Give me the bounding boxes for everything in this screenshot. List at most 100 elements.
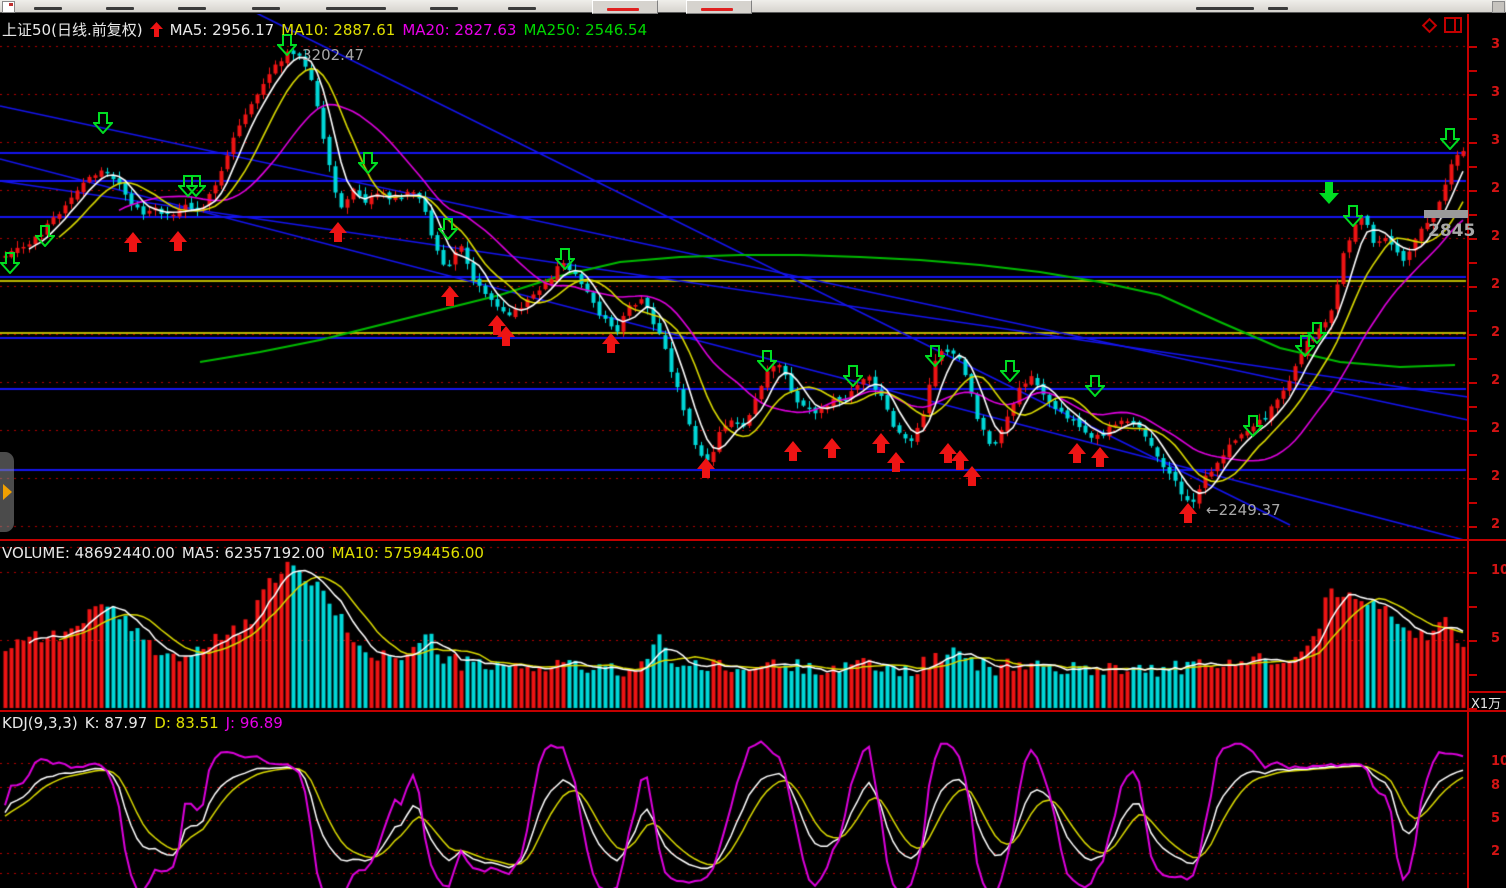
menu-item[interactable]	[430, 7, 458, 10]
axis-tick	[1469, 674, 1477, 676]
y-axis-label: 2	[1491, 277, 1506, 292]
menu-item[interactable]	[1268, 7, 1288, 10]
last-price-label: 2845	[1428, 221, 1475, 241]
sell-signal-arrow	[757, 350, 777, 376]
axis-tick	[1469, 406, 1477, 408]
j-value: J: 96.89	[226, 714, 283, 732]
menu-item[interactable]	[34, 7, 62, 10]
app-logo-icon	[2, 1, 15, 13]
buy-signal-arrow	[497, 326, 515, 350]
axis-tick	[1469, 454, 1477, 456]
last-price-band	[1424, 210, 1468, 218]
buy-signal-arrow	[602, 333, 620, 357]
sell-signal-arrow	[1000, 360, 1020, 386]
axis-tick	[1469, 430, 1477, 432]
axis-tick	[1469, 334, 1477, 336]
ma250-value: MA250: 2546.54	[523, 21, 647, 39]
axis-tick	[1469, 478, 1477, 480]
axis-tick	[1469, 286, 1477, 288]
sell-signal-arrow	[0, 252, 20, 278]
axis-tick	[1469, 606, 1477, 608]
buy-signal-arrow	[1068, 443, 1086, 467]
axis-tick	[1469, 94, 1477, 96]
ma10-value: MA10: 2887.61	[281, 21, 395, 39]
y-axis-label: 10	[1491, 563, 1506, 578]
axis-tick	[1469, 502, 1477, 504]
main-chart-header: 上证50(日线.前复权) MA5: 2956.17 MA10: 2887.61 …	[2, 19, 647, 40]
toolbar-red-button-2[interactable]	[686, 0, 752, 14]
menu-item[interactable]	[1196, 7, 1254, 10]
buy-signal-arrow	[963, 466, 981, 490]
ma5-value: MA5: 2956.17	[170, 21, 275, 39]
sell-signal-arrow	[925, 345, 945, 371]
y-axis-label: 10	[1491, 754, 1506, 769]
split-window-icon[interactable]	[1444, 17, 1463, 34]
buy-signal-arrow	[697, 458, 715, 482]
menu-item[interactable]	[106, 7, 134, 10]
k-value: K: 87.97	[85, 714, 148, 732]
toolbar	[0, 0, 1506, 13]
sell-signal-arrow	[358, 152, 378, 178]
axis-tick	[1469, 572, 1477, 574]
sell-signal-arrow	[555, 248, 575, 274]
axis-tick	[1469, 166, 1477, 168]
sell-signal-arrow	[843, 365, 863, 391]
menu-item[interactable]	[326, 7, 386, 10]
kdj-name: KDJ(9,3,3)	[2, 714, 78, 732]
volume-header: VOLUME: 48692440.00 MA5: 62357192.00 MA1…	[2, 544, 484, 562]
volume-ma5-value: MA5: 62357192.00	[182, 544, 325, 562]
axis-tick	[1469, 262, 1477, 264]
buy-signal-arrow	[823, 438, 841, 462]
main-chart-canvas[interactable]	[0, 14, 1470, 539]
y-axis-label: 8	[1491, 778, 1506, 793]
peak-price-label: 3202.47	[302, 46, 364, 64]
sell-signal-arrow	[438, 218, 458, 244]
sidebar-drawer-handle[interactable]	[0, 452, 14, 532]
sell-signal-arrow	[35, 225, 55, 251]
toolbar-red-button-1[interactable]	[592, 0, 658, 14]
axis-tick	[1469, 640, 1477, 642]
buy-signal-arrow	[784, 441, 802, 465]
pane-separator	[0, 710, 1506, 712]
y-axis-label: 2	[1491, 181, 1506, 196]
axis-tick	[1469, 214, 1477, 216]
d-value: D: 83.51	[154, 714, 218, 732]
diamond-icon[interactable]	[1421, 17, 1438, 34]
ma20-value: MA20: 2827.63	[402, 21, 516, 39]
sell-signal-arrow	[186, 175, 206, 201]
toolbar-grip[interactable]	[1492, 1, 1505, 13]
buy-signal-arrow	[169, 231, 187, 255]
chart-title: 上证50(日线.前复权)	[2, 19, 143, 40]
buy-signal-arrow	[329, 222, 347, 246]
menu-item[interactable]	[252, 7, 280, 10]
y-axis-label: 2	[1491, 421, 1506, 436]
buy-signal-arrow	[1091, 447, 1109, 471]
y-axis-label: 2	[1491, 469, 1506, 484]
axis-tick	[1469, 190, 1477, 192]
sell-signal-arrow	[1085, 375, 1105, 401]
y-axis-label: 3	[1491, 133, 1506, 148]
trough-price-label: ←2249.37	[1206, 501, 1281, 519]
sell-signal-arrow	[1307, 322, 1327, 348]
buy-signal-arrow	[441, 286, 459, 310]
axis-tick	[1469, 70, 1477, 72]
volume-pane-canvas[interactable]	[0, 541, 1470, 710]
sell-signal-arrow	[93, 112, 113, 138]
sell-signal-arrow	[1243, 415, 1263, 441]
y-axis-label: 2	[1491, 844, 1506, 859]
buy-signal-arrow	[887, 452, 905, 476]
menu-item[interactable]	[508, 7, 536, 10]
menu-item[interactable]	[178, 7, 206, 10]
sell-signal-arrow	[1440, 128, 1460, 154]
kdj-pane-canvas[interactable]	[0, 712, 1470, 888]
kdj-header: KDJ(9,3,3) K: 87.97 D: 83.51 J: 96.89	[2, 714, 283, 732]
y-axis-label: 5	[1491, 811, 1506, 826]
axis-tick	[1469, 310, 1477, 312]
y-axis-label: 2	[1491, 373, 1506, 388]
price-up-arrow-icon	[150, 22, 163, 37]
sell-signal-arrow-solid	[1319, 182, 1339, 208]
pane-separator	[0, 539, 1506, 541]
y-axis-label: 5	[1491, 631, 1506, 646]
y-axis-label: 2	[1491, 229, 1506, 244]
expand-arrow-icon	[3, 484, 12, 500]
